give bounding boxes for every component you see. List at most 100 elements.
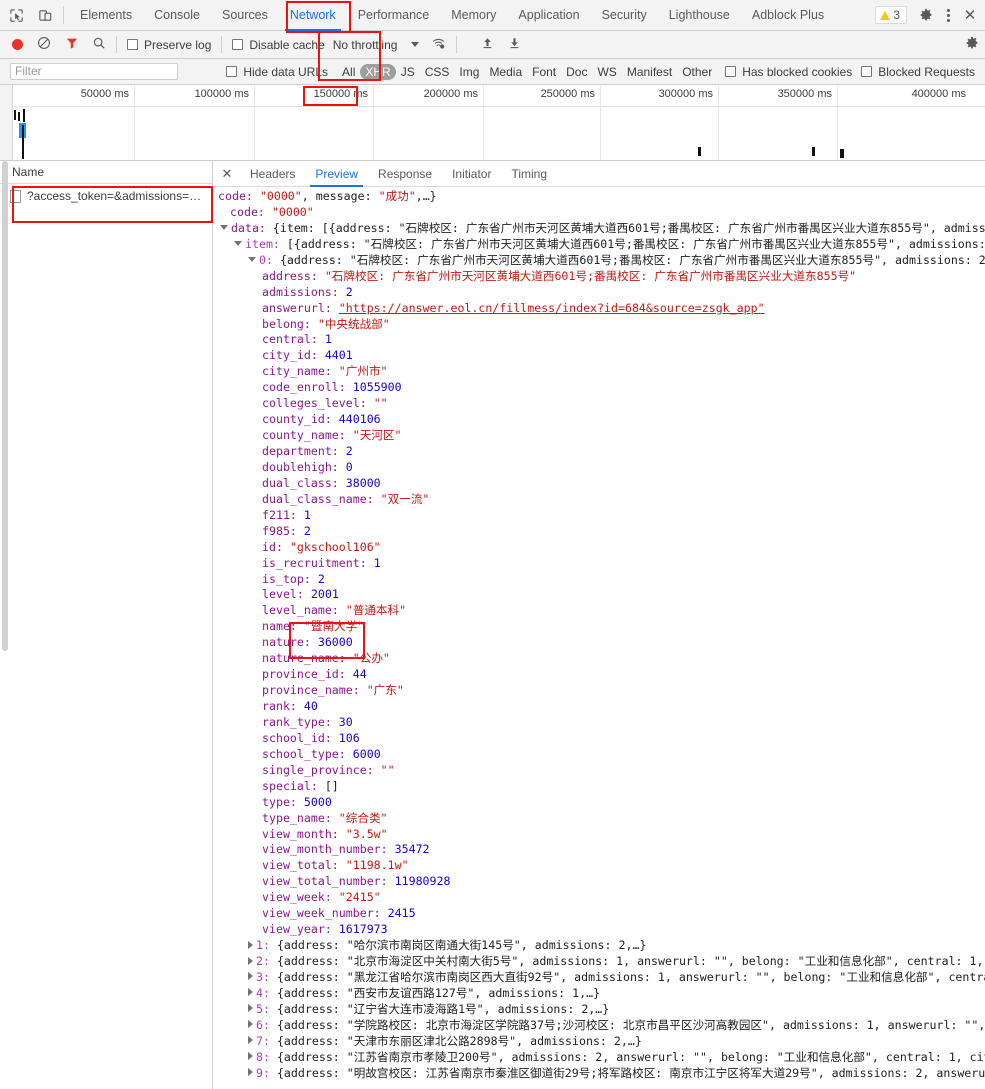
expand-triangle-icon[interactable] <box>248 1004 253 1012</box>
json-property-address[interactable]: address: "石牌校区: 广东省广州市天河区黄埔大道西601号;番禺校区:… <box>214 269 985 285</box>
json-property-rank_type[interactable]: rank_type: 30 <box>214 715 985 731</box>
json-array-row-7[interactable]: 7: {address: "天津市东丽区津北公路2898号", admissio… <box>214 1034 985 1050</box>
chevron-down-icon[interactable] <box>411 42 419 47</box>
expand-triangle-icon[interactable] <box>234 241 242 246</box>
detail-tab-response[interactable]: Response <box>368 161 442 187</box>
filter-type-img[interactable]: Img <box>454 64 484 80</box>
json-property-county_id[interactable]: county_id: 440106 <box>214 412 985 428</box>
json-property-doublehigh[interactable]: doublehigh: 0 <box>214 460 985 476</box>
json-array-row-4[interactable]: 4: {address: "西安市友谊西路127号", admissions: … <box>214 986 985 1002</box>
filter-type-font[interactable]: Font <box>527 64 561 80</box>
json-property-dual_class_name[interactable]: dual_class_name: "双一流" <box>214 492 985 508</box>
json-property-colleges_level[interactable]: colleges_level: "" <box>214 396 985 412</box>
tab-application[interactable]: Application <box>507 0 590 31</box>
filter-type-all[interactable]: All <box>337 64 360 80</box>
json-line-data[interactable]: data: {item: [{address: "石牌校区: 广东省广州市天河区… <box>214 221 985 237</box>
json-array-row-1[interactable]: 1: {address: "哈尔滨市南岗区南通大街145号", admissio… <box>214 938 985 954</box>
expand-triangle-icon[interactable] <box>248 1052 253 1060</box>
json-property-answerurl[interactable]: answerurl: "https://answer.eol.cn/fillme… <box>214 301 985 317</box>
json-value[interactable]: "https://answer.eol.cn/fillmess/index?id… <box>339 301 765 315</box>
filter-input[interactable]: Filter <box>10 63 178 80</box>
json-array-row-5[interactable]: 5: {address: "辽宁省大连市凌海路1号", admissions: … <box>214 1002 985 1018</box>
json-property-id[interactable]: id: "gkschool106" <box>214 540 985 556</box>
json-property-view_total_number[interactable]: view_total_number: 11980928 <box>214 874 985 890</box>
tab-performance[interactable]: Performance <box>347 0 441 31</box>
json-property-admissions[interactable]: admissions: 2 <box>214 285 985 301</box>
filter-type-media[interactable]: Media <box>484 64 527 80</box>
blocked-requests-checkbox[interactable]: Blocked Requests <box>861 65 975 79</box>
detail-tab-headers[interactable]: Headers <box>240 161 305 187</box>
json-property-nature_name[interactable]: nature_name: "公办" <box>214 651 985 667</box>
json-property-county_name[interactable]: county_name: "天河区" <box>214 428 985 444</box>
filter-type-css[interactable]: CSS <box>420 64 455 80</box>
json-property-city_name[interactable]: city_name: "广州市" <box>214 364 985 380</box>
detail-tab-preview[interactable]: Preview <box>305 161 368 187</box>
json-array-row-8[interactable]: 8: {address: "江苏省南京市孝陵卫200号", admissions… <box>214 1050 985 1066</box>
network-settings-gear-icon[interactable] <box>965 36 979 53</box>
request-list-header[interactable]: Name <box>0 161 212 184</box>
devtools-close-icon[interactable]: ✕ <box>957 6 983 24</box>
json-property-view_year[interactable]: view_year: 1617973 <box>214 922 985 938</box>
warning-badge[interactable]: 3 <box>875 6 907 24</box>
json-array-row-3[interactable]: 3: {address: "黑龙江省哈尔滨市南岗区西大直街92号", admis… <box>214 970 985 986</box>
json-property-f985[interactable]: f985: 2 <box>214 524 985 540</box>
filter-type-manifest[interactable]: Manifest <box>622 64 677 80</box>
filter-funnel-icon[interactable] <box>65 36 79 53</box>
json-property-view_month[interactable]: view_month: "3.5w" <box>214 827 985 843</box>
disable-cache-checkbox[interactable]: Disable cache <box>232 38 324 52</box>
json-property-single_province[interactable]: single_province: "" <box>214 763 985 779</box>
json-property-central[interactable]: central: 1 <box>214 332 985 348</box>
json-property-is_top[interactable]: is_top: 2 <box>214 572 985 588</box>
detail-tab-timing[interactable]: Timing <box>501 161 557 187</box>
export-har-icon[interactable] <box>508 36 521 53</box>
detail-tab-initiator[interactable]: Initiator <box>442 161 501 187</box>
expand-triangle-icon[interactable] <box>248 957 253 965</box>
json-array-row-6[interactable]: 6: {address: "学院路校区: 北京市海淀区学院路37号;沙河校区: … <box>214 1018 985 1034</box>
json-root-line[interactable]: code: "0000", message: "成功",…} <box>214 189 985 205</box>
has-blocked-cookies-checkbox[interactable]: Has blocked cookies <box>725 65 852 79</box>
throttling-select[interactable]: No throttling <box>333 38 398 52</box>
tab-sources[interactable]: Sources <box>211 0 279 31</box>
clear-button[interactable] <box>37 36 51 53</box>
tab-memory[interactable]: Memory <box>440 0 507 31</box>
devtools-more-menu-icon[interactable] <box>939 9 957 22</box>
device-toolbar-icon[interactable] <box>33 3 58 28</box>
json-property-department[interactable]: department: 2 <box>214 444 985 460</box>
json-property-f211[interactable]: f211: 1 <box>214 508 985 524</box>
search-icon[interactable] <box>92 36 106 53</box>
preserve-log-checkbox[interactable]: Preserve log <box>127 38 211 52</box>
tab-lighthouse[interactable]: Lighthouse <box>658 0 741 31</box>
json-property-province_id[interactable]: province_id: 44 <box>214 667 985 683</box>
json-line-code[interactable]: code: "0000" <box>214 205 985 221</box>
filter-type-xhr[interactable]: XHR <box>360 64 395 80</box>
expand-triangle-icon[interactable] <box>248 1036 253 1044</box>
expand-triangle-icon[interactable] <box>248 257 256 262</box>
network-overview-timeline[interactable]: 50000 ms 100000 ms 150000 ms 200000 ms 2… <box>0 85 985 161</box>
json-property-province_name[interactable]: province_name: "广东" <box>214 683 985 699</box>
expand-triangle-icon[interactable] <box>248 972 253 980</box>
json-property-view_week[interactable]: view_week: "2415" <box>214 890 985 906</box>
json-property-level_name[interactable]: level_name: "普通本科" <box>214 603 985 619</box>
json-preview-tree[interactable]: code: "0000", message: "成功",…} code: "00… <box>214 187 985 1089</box>
json-property-special[interactable]: special: [] <box>214 779 985 795</box>
import-har-icon[interactable] <box>481 36 494 53</box>
filter-type-other[interactable]: Other <box>677 64 717 80</box>
json-property-dual_class[interactable]: dual_class: 38000 <box>214 476 985 492</box>
request-row[interactable]: ?access_token=&admissions=… <box>0 184 212 208</box>
json-property-belong[interactable]: belong: "中央统战部" <box>214 317 985 333</box>
json-property-type_name[interactable]: type_name: "综合类" <box>214 811 985 827</box>
filter-type-doc[interactable]: Doc <box>561 64 592 80</box>
tab-network[interactable]: Network <box>279 0 347 31</box>
expand-triangle-icon[interactable] <box>248 1020 253 1028</box>
json-property-school_id[interactable]: school_id: 106 <box>214 731 985 747</box>
tab-adblock-plus[interactable]: Adblock Plus <box>741 0 835 31</box>
json-property-view_total[interactable]: view_total: "1198.1w" <box>214 858 985 874</box>
record-button[interactable] <box>12 39 23 50</box>
json-array-row-9[interactable]: 9: {address: "明故宫校区: 江苏省南京市秦淮区御道街29号;将军路… <box>214 1066 985 1082</box>
filter-type-js[interactable]: JS <box>396 64 420 80</box>
json-property-level[interactable]: level: 2001 <box>214 587 985 603</box>
request-list-scrollbar[interactable] <box>2 161 8 651</box>
json-property-rank[interactable]: rank: 40 <box>214 699 985 715</box>
json-property-is_recruitment[interactable]: is_recruitment: 1 <box>214 556 985 572</box>
tab-console[interactable]: Console <box>143 0 211 31</box>
